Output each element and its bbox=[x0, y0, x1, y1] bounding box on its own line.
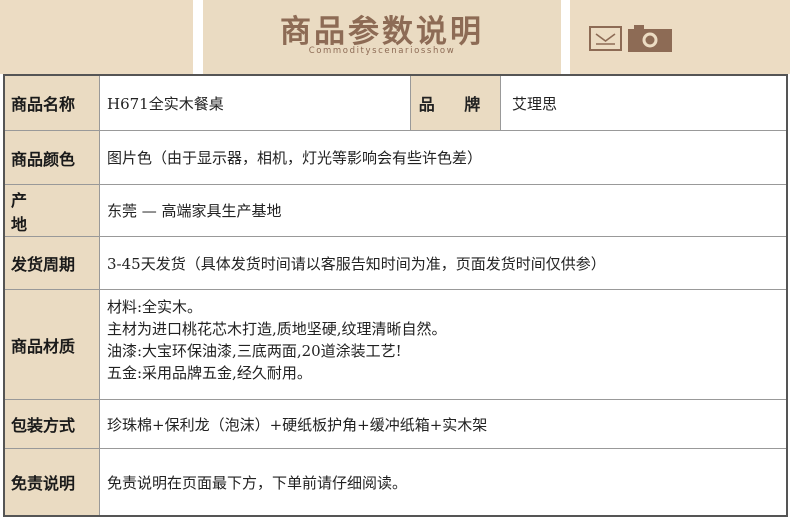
envelope-icon bbox=[589, 26, 622, 51]
brand-value: 艾理思 bbox=[512, 94, 558, 113]
material-value: 材料:全实木。 主材为进口桃花芯木打造,质地坚硬,纹理清晰自然。 油漆:大宝环保… bbox=[107, 290, 786, 399]
row-product-color: 商品颜色 图片色（由于显示器，相机，灯光等影响会有些许色差） bbox=[5, 131, 786, 185]
banner-band-left bbox=[0, 0, 193, 74]
header-banner: 商品参数说明 Commodityscenariosshow bbox=[0, 0, 790, 74]
row-packaging: 包装方式 珍珠棉+保利龙（泡沫）+硬纸板护角+缓冲纸箱+实木架 bbox=[5, 400, 786, 449]
packaging-value: 珍珠棉+保利龙（泡沫）+硬纸板护角+缓冲纸箱+实木架 bbox=[107, 415, 488, 434]
material-label: 商品材质 bbox=[5, 290, 100, 399]
row-origin: 产 地 东莞 — 高端家具生产基地 bbox=[5, 185, 786, 237]
origin-value: 东莞 — 高端家具生产基地 bbox=[107, 202, 282, 220]
disclaimer-label: 免责说明 bbox=[5, 449, 100, 515]
page-title: 商品参数说明 bbox=[280, 14, 484, 50]
name-label: 商品名称 bbox=[5, 76, 100, 130]
origin-label: 产 地 bbox=[5, 185, 100, 236]
delivery-label: 发货周期 bbox=[5, 237, 100, 289]
row-delivery: 发货周期 3-45天发货（具体发货时间请以客服告知时间为准，页面发货时间仅供参） bbox=[5, 237, 786, 290]
product-spec-table: 商品名称 H671全实木餐桌 品 牌 艾理思 商品颜色 图片色（由于显示器，相机… bbox=[3, 74, 788, 517]
material-line: 油漆:大宝环保油漆,三底两面,20道涂装工艺! bbox=[107, 342, 402, 360]
brand-label: 品 牌 bbox=[410, 76, 501, 130]
delivery-value: 3-45天发货（具体发货时间请以客服告知时间为准，页面发货时间仅供参） bbox=[107, 254, 606, 273]
material-line: 材料:全实木。 bbox=[107, 298, 203, 316]
row-disclaimer: 免责说明 免责说明在页面最下方，下单前请仔细阅读。 bbox=[5, 449, 786, 515]
page-subtitle: Commodityscenariosshow bbox=[308, 46, 456, 56]
material-line: 主材为进口桃花芯木打造,质地坚硬,纹理清晰自然。 bbox=[107, 320, 447, 338]
material-line: 五金:采用品牌五金,经久耐用。 bbox=[107, 364, 312, 382]
color-label: 商品颜色 bbox=[5, 131, 100, 184]
disclaimer-value: 免责说明在页面最下方，下单前请仔细阅读。 bbox=[107, 473, 408, 492]
name-value: H671全实木餐桌 bbox=[107, 94, 224, 113]
color-value: 图片色（由于显示器，相机，灯光等影响会有些许色差） bbox=[107, 149, 483, 167]
row-product-name: 商品名称 H671全实木餐桌 品 牌 艾理思 bbox=[5, 76, 786, 131]
row-material: 商品材质 材料:全实木。 主材为进口桃花芯木打造,质地坚硬,纹理清晰自然。 油漆… bbox=[5, 290, 786, 400]
camera-icon bbox=[628, 25, 672, 52]
packaging-label: 包装方式 bbox=[5, 400, 100, 448]
